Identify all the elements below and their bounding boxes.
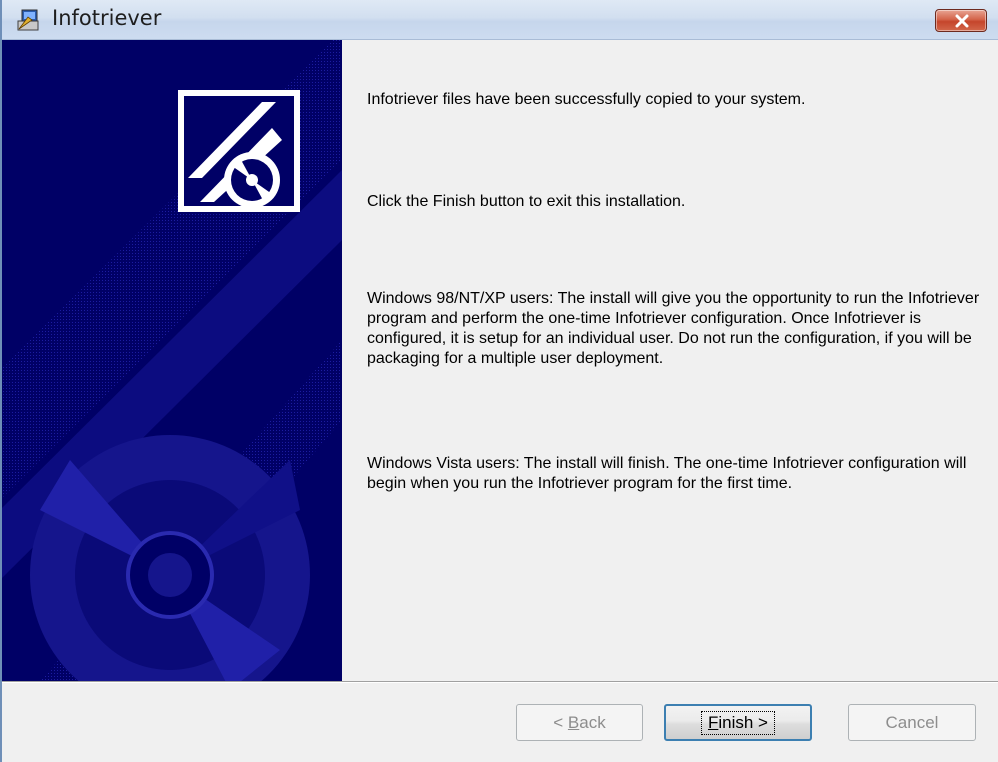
back-button-prefix: < xyxy=(553,712,568,732)
back-button-mnemonic: B xyxy=(567,712,580,732)
close-button[interactable] xyxy=(935,9,987,32)
window-title: Infotriever xyxy=(52,6,162,30)
finish-button-mnemonic: F xyxy=(707,712,719,732)
window-left-border xyxy=(0,0,2,762)
vista-users-note: Windows Vista users: The install will fi… xyxy=(367,455,967,492)
cancel-button[interactable]: Cancel xyxy=(848,704,976,741)
installer-banner-graphic xyxy=(0,40,342,681)
success-message: Infotriever files have been successfully… xyxy=(367,91,806,108)
finish-button-label: inish > xyxy=(718,712,768,732)
close-icon xyxy=(955,14,969,28)
finish-button[interactable]: Finish > xyxy=(664,704,812,741)
finish-instruction: Click the Finish button to exit this ins… xyxy=(367,193,686,210)
installer-computer-icon xyxy=(16,7,42,33)
finish-button-focus: Finish > xyxy=(700,710,775,735)
back-button[interactable]: < Back xyxy=(516,704,643,741)
title-bar[interactable]: Infotriever xyxy=(0,0,998,40)
xp-users-note: Windows 98/NT/XP users: The install will… xyxy=(367,290,980,367)
back-button-label: ack xyxy=(579,712,606,732)
button-bar-divider xyxy=(0,681,998,683)
